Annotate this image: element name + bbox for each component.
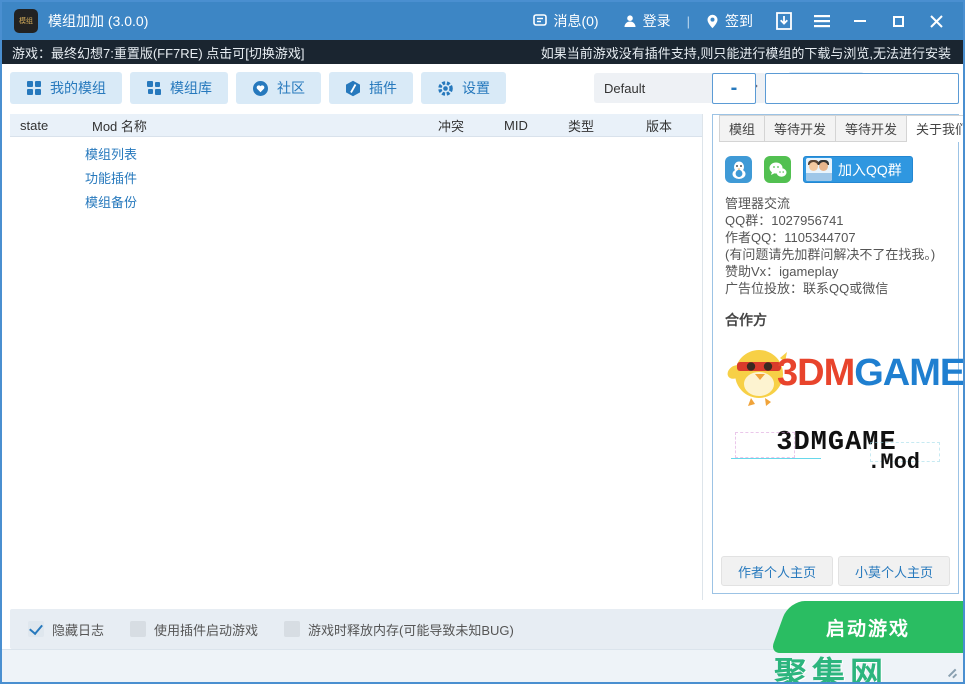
3dmgame-logo-text: 3DMGAME: [777, 352, 964, 395]
hamburger-icon: [814, 14, 830, 28]
tab-pending-1[interactable]: 等待开发: [765, 115, 836, 142]
column-header-state[interactable]: state: [10, 118, 82, 133]
tree-item-mod-list[interactable]: 模组列表: [85, 143, 702, 167]
menu-button[interactable]: [805, 7, 839, 35]
titlebar-separator: |: [685, 14, 692, 29]
title-bar: 模组 模组加加 (3.0.0) 消息(0) 登录 | 签到: [2, 2, 963, 40]
plugin-icon: [345, 80, 361, 97]
tree-item-mod-backup[interactable]: 模组备份: [85, 191, 702, 215]
nav-my-mods-button[interactable]: 我的模组: [10, 72, 122, 104]
mod-table-header: state Mod 名称 冲突 MID 类型 版本: [10, 114, 702, 137]
about-panel: 模组 等待开发 等待开发 关于我们 加入QQ群 管理器交流 QQ群：1027: [712, 114, 959, 594]
3dmgame-mod-logo-suffix: .Mod: [867, 450, 920, 475]
column-header-mid[interactable]: MID: [494, 118, 558, 133]
resize-grip[interactable]: [945, 665, 957, 677]
maximize-button[interactable]: [881, 7, 915, 35]
current-game-switcher[interactable]: 游戏：最终幻想7:重置版(FF7RE) 点击可[切换游戏]: [12, 43, 305, 62]
message-icon: [533, 14, 547, 28]
info-line-sponsor: 赞助Vx：igameplay: [725, 263, 948, 280]
qq-button[interactable]: [725, 156, 752, 183]
checkbox-icon: [130, 621, 146, 637]
game-info-bar: 游戏：最终幻想7:重置版(FF7RE) 点击可[切换游戏] 如果当前游戏没有插件…: [2, 40, 963, 64]
launch-game-label[interactable]: 启动游戏: [777, 601, 959, 653]
maximize-icon: [893, 16, 904, 27]
qq-penguin-icon: [730, 160, 748, 180]
tab-about-us[interactable]: 关于我们: [907, 115, 965, 142]
location-pin-icon: [706, 14, 719, 29]
column-header-conflict[interactable]: 冲突: [428, 116, 494, 135]
grid-icon: [26, 80, 42, 96]
info-line: 管理器交流: [725, 195, 948, 212]
checkbox-hide-log[interactable]: 隐藏日志: [28, 620, 104, 639]
checkbox-icon: [28, 621, 44, 637]
collapse-panel-button[interactable]: -: [712, 73, 756, 104]
nav-community-button[interactable]: 社区: [236, 72, 321, 104]
tree-item-function-plugins[interactable]: 功能插件: [85, 167, 702, 191]
nav-mod-library-button[interactable]: 模组库: [130, 72, 228, 104]
user-icon: [623, 14, 637, 28]
info-line-qq-group: QQ群：1027956741: [725, 212, 948, 229]
3dmgame-logo: 3DMGAME: [725, 338, 948, 410]
signin-button[interactable]: 签到: [696, 5, 763, 37]
info-line-author-qq: 作者QQ：1105344707: [725, 229, 948, 246]
grid-icon: [146, 80, 162, 96]
about-panel-body: 加入QQ群 管理器交流 QQ群：1027956741 作者QQ：11053447…: [713, 142, 958, 596]
search-input[interactable]: [765, 73, 959, 104]
partners-title: 合作方: [725, 310, 948, 330]
nav-settings-button[interactable]: 设置: [421, 72, 506, 104]
3dmgame-mod-logo: 3DMGAME .Mod: [725, 428, 948, 480]
checkbox-free-memory[interactable]: 游戏时释放内存(可能导致未知BUG): [284, 620, 514, 639]
messages-button[interactable]: 消息(0): [523, 5, 608, 37]
plugin-support-notice: 如果当前游戏没有插件支持,则只能进行模组的下载与浏览,无法进行安装: [541, 43, 951, 62]
app-icon: 模组: [14, 9, 38, 33]
tab-pending-2[interactable]: 等待开发: [836, 115, 907, 142]
close-button[interactable]: [919, 7, 953, 35]
minimize-icon: [854, 20, 866, 22]
app-title: 模组加加 (3.0.0): [48, 11, 148, 31]
author-homepage-button[interactable]: 作者个人主页: [721, 556, 833, 586]
mod-tree: 模组列表 功能插件 模组备份: [10, 137, 702, 215]
column-header-type[interactable]: 类型: [558, 116, 636, 135]
community-icon: [252, 80, 269, 97]
xiaomo-homepage-button[interactable]: 小莫个人主页: [838, 556, 950, 586]
column-header-version[interactable]: 版本: [636, 116, 702, 135]
column-header-mod-name[interactable]: Mod 名称: [82, 116, 428, 135]
minimize-button[interactable]: [843, 7, 877, 35]
qq-group-avatar: [806, 158, 832, 181]
panel-tabs: 模组 等待开发 等待开发 关于我们: [713, 115, 958, 142]
info-line-note: (有问题请先加群问解决不了在找我。): [725, 246, 948, 263]
checkbox-icon: [284, 621, 300, 637]
login-button[interactable]: 登录: [613, 5, 681, 37]
wechat-button[interactable]: [764, 156, 791, 183]
tab-mods[interactable]: 模组: [719, 115, 765, 142]
close-icon: [930, 15, 943, 28]
checkbox-launch-with-plugins[interactable]: 使用插件启动游戏: [130, 620, 258, 639]
join-qq-group-button[interactable]: 加入QQ群: [803, 156, 913, 183]
download-manager-button[interactable]: [767, 7, 801, 35]
info-line-ads: 广告位投放：联系QQ或微信: [725, 280, 948, 297]
settings-gear-icon: [437, 80, 454, 97]
contact-info: 管理器交流 QQ群：1027956741 作者QQ：1105344707 (有问…: [725, 195, 948, 297]
mod-table: state Mod 名称 冲突 MID 类型 版本 模组列表 功能插件 模组备份: [10, 114, 703, 600]
app-window: 模组 模组加加 (3.0.0) 消息(0) 登录 | 签到: [0, 0, 965, 684]
download-icon: [774, 11, 794, 31]
nav-plugins-button[interactable]: 插件: [329, 72, 413, 104]
wechat-icon: [768, 161, 788, 179]
